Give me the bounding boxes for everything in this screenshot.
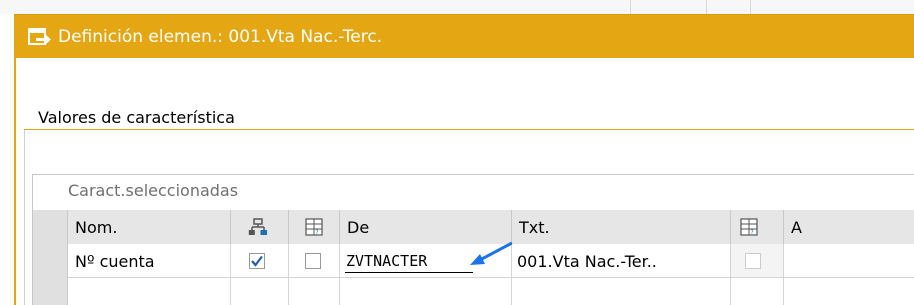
column-header-label: Nom. xyxy=(75,218,118,237)
column-header-label: Txt. xyxy=(519,218,550,237)
hierarchy-checkbox[interactable] xyxy=(249,253,265,269)
column-header-from[interactable]: De xyxy=(340,210,512,244)
row-selector[interactable] xyxy=(33,278,68,305)
svg-text:?: ? xyxy=(751,229,754,236)
window-title: Definición elemen.: 001.Vta Nac.-Terc. xyxy=(58,27,383,47)
table-cell-from: ZVTNACTER xyxy=(340,241,513,278)
column-header-select-2[interactable]: ? xyxy=(731,210,784,244)
toolbar-grip xyxy=(706,0,707,14)
frame-title-underline xyxy=(24,129,914,130)
select-all-icon: ? xyxy=(305,218,323,240)
toolbar-grip xyxy=(750,0,751,14)
table-cell-empty xyxy=(731,278,784,305)
column-header-to[interactable]: A xyxy=(784,210,914,244)
hierarchy-icon xyxy=(248,218,268,240)
window-left-border xyxy=(14,58,16,305)
table-cell-hierarchy xyxy=(231,244,289,278)
toolbar-grip xyxy=(630,0,631,14)
table-cell-name: Nº cuenta xyxy=(68,244,231,278)
column-header-label: De xyxy=(347,218,370,237)
from-value-input[interactable]: ZVTNACTER xyxy=(346,252,427,270)
annotation-arrow-icon xyxy=(470,241,513,265)
cell-text: Nº cuenta xyxy=(75,252,155,271)
column-header-hierarchy[interactable] xyxy=(231,210,289,244)
row-checkbox[interactable] xyxy=(305,253,321,269)
column-header-name[interactable]: Nom. xyxy=(68,210,231,244)
table-cell-empty xyxy=(68,278,231,305)
row-selector-header[interactable] xyxy=(33,210,68,244)
table-cell-text: 001.Vta Nac.-Ter.. xyxy=(512,244,731,278)
column-header-label: A xyxy=(791,218,802,237)
title-bar: Definición elemen.: 001.Vta Nac.-Terc. xyxy=(14,14,914,58)
row-selector[interactable] xyxy=(33,244,68,278)
cell-text: 001.Vta Nac.-Ter.. xyxy=(517,252,657,271)
table-cell-select-2 xyxy=(731,244,784,278)
table-cell-empty xyxy=(340,278,512,305)
table-cell-empty xyxy=(231,278,289,305)
column-header-text[interactable]: Txt. xyxy=(512,210,731,244)
table-cell-empty xyxy=(289,278,340,305)
table-cell-empty xyxy=(784,278,914,305)
table-title: Caract.seleccionadas xyxy=(68,181,239,200)
input-underline xyxy=(345,272,473,273)
table-cell-select xyxy=(289,244,340,278)
top-strip xyxy=(0,0,914,14)
svg-text:?: ? xyxy=(316,229,319,236)
select-all-icon: ? xyxy=(740,218,758,240)
column-header-select[interactable]: ? xyxy=(289,210,340,244)
table-cell-empty xyxy=(512,278,731,305)
table-cell-to[interactable] xyxy=(784,244,914,278)
frame-title: Valores de característica xyxy=(38,108,235,127)
display-change-icon xyxy=(28,28,52,46)
row-checkbox-disabled xyxy=(745,253,761,269)
